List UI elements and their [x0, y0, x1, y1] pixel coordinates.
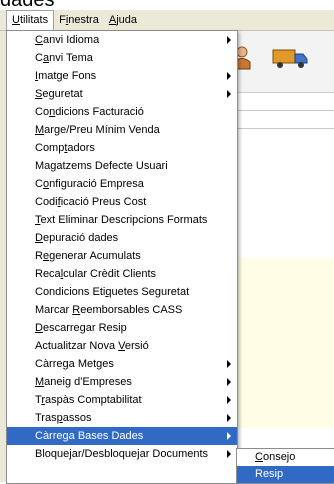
menu-item-label-text: Condicions Eti — [35, 286, 106, 298]
submenu-item-label-text: onsejo — [262, 451, 296, 463]
menu-item-label-text: a Metges — [68, 358, 114, 370]
menu-item-label-text: ersió — [124, 340, 149, 352]
menu-item-label-text: Marcar — [35, 304, 73, 316]
menu-item[interactable]: Marge/Preu Mínim Venda — [7, 121, 237, 139]
menubar-item-utilitats[interactable]: Utilitats — [6, 10, 55, 30]
menu-item[interactable]: Seguretat — [7, 85, 237, 103]
submenu-arrow-icon — [227, 36, 231, 44]
menu-item-label-text: aneig d'Empreses — [44, 376, 132, 388]
menu-item-label-text: epuració dades — [42, 232, 119, 244]
menu-item-label-text: uetes Seguretat — [111, 286, 190, 298]
menu-item[interactable]: Condicions Etiquetes Seguretat — [7, 283, 237, 301]
menu-item-label-text: cular Crèdit Clients — [63, 268, 157, 280]
menu-item-label-text: Tras — [35, 412, 57, 424]
menu-item-label-accelerator: D — [35, 232, 43, 244]
menu-item-label-text: a Bases Dades — [68, 430, 144, 442]
menu-item[interactable]: Marcar Reemborsables CASS — [7, 301, 237, 319]
menu-item[interactable]: Codificació Preus Cost — [7, 193, 237, 211]
menu-item-label-accelerator: M — [35, 124, 45, 136]
menu-item[interactable]: Condicions Facturació — [7, 103, 237, 121]
utilitats-dropdown-menu: Canvi Idioma Canvi Tema Imatge Fons Seguret… — [6, 30, 238, 484]
menu-item-label-text: nfiguració Empresa — [49, 178, 144, 190]
menu-item-label-text: assos — [62, 412, 92, 424]
menu-item-label-text: eguretat — [42, 88, 83, 100]
yellow-panel — [230, 258, 334, 428]
submenu-arrow-icon — [227, 432, 231, 440]
menu-item-label-accelerator: V — [118, 340, 125, 352]
menu-item-label-text: aspàs Comptabilitat — [44, 394, 142, 406]
submenu-arrow-icon — [227, 396, 231, 404]
submenu-arrow-icon — [227, 360, 231, 368]
menu-item-label-text: C — [35, 178, 43, 190]
menu-item-label-text: Reca — [35, 268, 61, 280]
menu-item[interactable]: Càrrega Bases Dades — [7, 427, 237, 445]
menu-item-label-text: Càrre — [35, 358, 63, 370]
menubar-label-text: tilitats — [19, 14, 49, 26]
menu-item-label-text: atzems Defecte Usuari — [56, 160, 168, 172]
submenu-item-label-accelerator: C — [255, 451, 263, 463]
menu-item[interactable]: Recalcular Crèdit Clients — [7, 265, 237, 283]
menu-item[interactable]: Text Eliminar Descripcions Formats — [7, 211, 237, 229]
menubar-item-ajuda[interactable]: Ajuda — [104, 11, 142, 29]
menu-item[interactable]: Magatzems Defecte Usuari — [7, 157, 237, 175]
truck-icon[interactable] — [272, 46, 308, 70]
menu-item[interactable]: Imatge Fons — [7, 67, 237, 85]
menu-item[interactable]: Regenerar Acumulats — [7, 247, 237, 265]
menu-item-label-text: arge/Preu Mínim Venda — [44, 124, 160, 136]
submenu-arrow-icon — [227, 414, 231, 422]
menu-item[interactable]: Maneig d'Empreses — [7, 373, 237, 391]
menu-item[interactable]: Canvi Idioma — [7, 31, 237, 49]
menu-item[interactable]: Comptadors — [7, 139, 237, 157]
menu-item-label-text: icació Preus Cost — [60, 196, 147, 208]
menu-item-label-text: adors — [67, 142, 95, 154]
menu-item[interactable]: Actualitzar Nova Versió — [7, 337, 237, 355]
submenu-arrow-icon — [227, 72, 231, 80]
menu-item-label-text: generar Acumulats — [49, 250, 141, 262]
menu-item[interactable]: Traspassos — [7, 409, 237, 427]
carrega-bases-dades-submenu: Consejo Resip — [236, 448, 334, 484]
submenu-arrow-icon — [227, 378, 231, 386]
menu-item-label-text: Comp — [35, 142, 65, 154]
submenu-item[interactable]: Resip — [237, 466, 334, 483]
menu-item-label-text: ext Eliminar Descripcions Formats — [40, 214, 208, 226]
submenu-arrow-icon — [227, 450, 231, 458]
menu-item-label-text: nvi Tema — [49, 52, 93, 64]
menu-item-label-text: Ma — [35, 160, 51, 172]
menubar-label-text: F — [59, 14, 66, 26]
menubar-label-text: juda — [116, 14, 137, 26]
menu-item-label-accelerator: D — [35, 322, 43, 334]
submenu-item-label-text: Resip — [255, 468, 284, 480]
menu-item-label-text: Càrre — [35, 430, 63, 442]
menu-item-label-text: eemborsables CASS — [80, 304, 183, 316]
menu-item-label-text: Actualitzar Nova — [35, 340, 119, 352]
menu-item[interactable]: Canvi Tema — [7, 49, 237, 67]
menubar-label-text: nestra — [68, 14, 99, 26]
menubar-label-accelerator: U — [12, 14, 20, 26]
menu-item-label-text: Co — [35, 106, 50, 118]
menu-item[interactable]: Descarregar Resip — [7, 319, 237, 337]
submenu-arrow-icon — [227, 90, 231, 98]
menu-item-label-text: anvi Idioma — [42, 34, 100, 46]
menu-item-label-text: Bloquejar/Desbloquejar Documents — [35, 448, 209, 460]
menu-item-label-text: R — [35, 250, 43, 262]
menu-item-label-accelerator: C — [35, 34, 43, 46]
menu-item[interactable]: Càrrega Metges — [7, 355, 237, 373]
menu-item-label-text: matge Fons — [38, 70, 97, 82]
menu-item-label-text: escarregar Resip — [42, 322, 127, 334]
menubar-item-finestra[interactable]: Finestra — [54, 11, 104, 29]
menu-item[interactable]: Bloquejar/Desbloquejar Documents — [7, 445, 237, 463]
menu-item-label-text: dicions Facturació — [55, 106, 144, 118]
menu-item[interactable]: Traspàs Comptabilitat — [7, 391, 237, 409]
submenu-item[interactable]: Consejo — [237, 449, 334, 466]
menubar: Utilitats Finestra Ajuda — [0, 10, 334, 31]
menu-item[interactable]: Depuració dades — [7, 229, 237, 247]
menu-item-label-text: C — [35, 52, 43, 64]
menu-item-label-accelerator: M — [35, 376, 45, 388]
menu-item-label-text: Codi — [35, 196, 58, 208]
menu-item[interactable]: Configuració Empresa — [7, 175, 237, 193]
